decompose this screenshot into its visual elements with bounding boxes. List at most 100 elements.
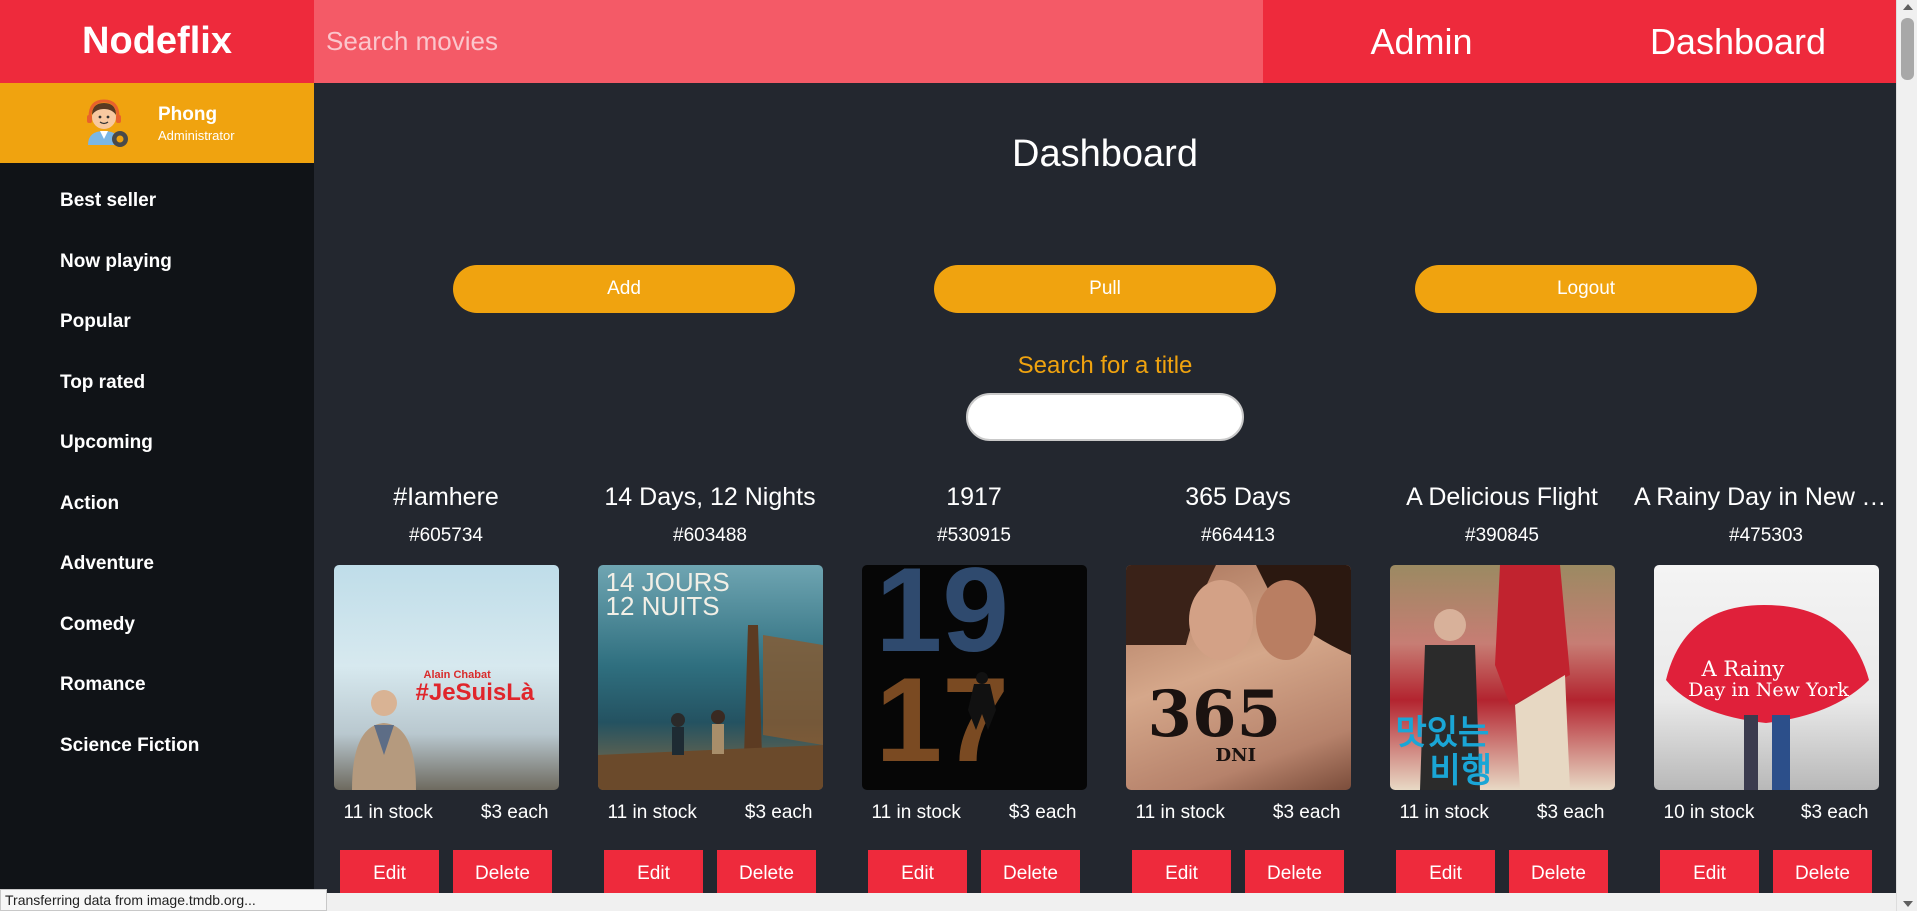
sidebar-item-top-rated[interactable]: Top rated <box>0 353 314 414</box>
stock-count: 11 in stock <box>1399 802 1489 823</box>
movie-card: A Delicious Flight #390845 맛있는 비행 11 in … <box>1370 479 1634 898</box>
sidebar-menu: Best seller Now playing Popular Top rate… <box>0 163 314 776</box>
sidebar-item-comedy[interactable]: Comedy <box>0 595 314 656</box>
delete-button[interactable]: Delete <box>1509 850 1608 898</box>
movie-title: A Rainy Day in New York <box>1634 483 1898 511</box>
poster-boat <box>597 625 823 790</box>
page-title: Dashboard <box>1012 133 1198 175</box>
top-nav-links: Admin Dashboard <box>1263 0 1896 83</box>
poster-subtitle: Day in New York <box>1688 679 1849 701</box>
card-actions: Edit Delete <box>1396 850 1608 898</box>
delete-button[interactable]: Delete <box>1245 850 1344 898</box>
movie-poster[interactable]: Alain Chabat #JeSuisLà <box>333 565 559 790</box>
card-actions: Edit Delete <box>868 850 1080 898</box>
movie-id: #605734 <box>409 525 483 546</box>
admin-avatar-icon <box>74 93 134 153</box>
profile-role: Administrator <box>158 127 235 143</box>
nav-admin-link[interactable]: Admin <box>1263 21 1580 63</box>
sidebar-item-science-fiction[interactable]: Science Fiction <box>0 716 314 777</box>
movie-title: #Iamhere <box>393 483 499 511</box>
scroll-thumb[interactable] <box>1901 18 1914 80</box>
price: $3 each <box>1008 802 1077 823</box>
stock-row: 11 in stock $3 each <box>862 802 1087 824</box>
edit-button[interactable]: Edit <box>1132 850 1231 898</box>
poster-title: 19 <box>875 565 1009 677</box>
nav-dashboard-link[interactable]: Dashboard <box>1580 21 1896 63</box>
movie-title: 1917 <box>946 483 1002 511</box>
poster-figures <box>1419 565 1570 790</box>
poster-subtitle: 비행 <box>1429 751 1493 790</box>
movie-card: 1917 #530915 19 17 11 in stock $3 each E… <box>842 479 1106 898</box>
movie-poster[interactable]: 맛있는 비행 <box>1389 565 1615 790</box>
search-title-input[interactable] <box>966 393 1244 441</box>
stock-count: 10 in stock <box>1663 802 1755 823</box>
poster-figure <box>351 690 416 790</box>
sidebar: Phong Administrator Best seller Now play… <box>0 83 314 911</box>
profile-card[interactable]: Phong Administrator <box>0 83 314 163</box>
sidebar-item-action[interactable]: Action <box>0 474 314 535</box>
sidebar-item-now-playing[interactable]: Now playing <box>0 232 314 293</box>
delete-button[interactable]: Delete <box>717 850 816 898</box>
stock-row: 10 in stock $3 each <box>1654 802 1879 824</box>
edit-button[interactable]: Edit <box>340 850 439 898</box>
poster-soldier <box>967 672 996 730</box>
profile-name: Phong <box>158 103 218 125</box>
price: $3 each <box>480 802 549 823</box>
scroll-down-arrow-icon[interactable] <box>1903 901 1913 907</box>
movie-id: #390845 <box>1465 525 1539 546</box>
search-movies-input[interactable] <box>326 26 1263 57</box>
top-navbar: Nodeflix Admin Dashboard <box>0 0 1896 83</box>
movie-title: 14 Days, 12 Nights <box>604 483 816 511</box>
movie-id: #603488 <box>673 525 747 546</box>
movie-poster[interactable]: 14 JOURS 12 NUITS <box>597 565 823 790</box>
movie-title: 365 Days <box>1185 483 1291 511</box>
sidebar-item-best-seller[interactable]: Best seller <box>0 171 314 232</box>
poster-subtitle: DNI <box>1215 745 1256 766</box>
movie-poster[interactable]: 365 DNI <box>1125 565 1351 790</box>
poster-title: A Rainy <box>1701 657 1785 681</box>
stock-count: 11 in stock <box>871 802 961 823</box>
stock-row: 11 in stock $3 each <box>1126 802 1351 824</box>
sidebar-item-popular[interactable]: Popular <box>0 292 314 353</box>
stock-count: 11 in stock <box>343 802 433 823</box>
movie-poster[interactable]: A Rainy Day in New York <box>1653 565 1879 790</box>
edit-button[interactable]: Edit <box>604 850 703 898</box>
stock-count: 11 in stock <box>1135 802 1225 823</box>
edit-button[interactable]: Edit <box>1660 850 1759 898</box>
edit-button[interactable]: Edit <box>868 850 967 898</box>
movie-id: #530915 <box>937 525 1011 546</box>
delete-button[interactable]: Delete <box>981 850 1080 898</box>
movie-poster[interactable]: 19 17 <box>861 565 1087 790</box>
movie-title: A Delicious Flight <box>1406 483 1598 511</box>
brand-logo[interactable]: Nodeflix <box>0 0 314 83</box>
edit-button[interactable]: Edit <box>1396 850 1495 898</box>
card-actions: Edit Delete <box>1132 850 1344 898</box>
main-content: Dashboard Add Pull Logout Search for a t… <box>314 83 1898 911</box>
stock-row: 11 in stock $3 each <box>334 802 559 824</box>
horizontal-scrollbar[interactable] <box>327 893 1896 911</box>
search-movies-bar <box>314 0 1263 83</box>
stock-row: 11 in stock $3 each <box>598 802 823 824</box>
delete-button[interactable]: Delete <box>453 850 552 898</box>
sidebar-item-romance[interactable]: Romance <box>0 655 314 716</box>
poster-title: 365 <box>1147 677 1282 752</box>
movie-id: #475303 <box>1729 525 1803 546</box>
add-button[interactable]: Add <box>453 265 795 313</box>
profile-text: Phong Administrator <box>158 104 235 143</box>
movie-card: A Rainy Day in New York #475303 A Rainy … <box>1634 479 1898 898</box>
pull-button[interactable]: Pull <box>934 265 1276 313</box>
sidebar-item-adventure[interactable]: Adventure <box>0 534 314 595</box>
price: $3 each <box>1536 802 1605 823</box>
vertical-scrollbar[interactable] <box>1896 0 1917 911</box>
logout-button[interactable]: Logout <box>1415 265 1757 313</box>
card-actions: Edit Delete <box>604 850 816 898</box>
card-actions: Edit Delete <box>1660 850 1872 898</box>
price: $3 each <box>744 802 813 823</box>
search-title-label: Search for a title <box>1017 352 1193 379</box>
price: $3 each <box>1272 802 1341 823</box>
delete-button[interactable]: Delete <box>1773 850 1872 898</box>
stock-row: 11 in stock $3 each <box>1390 802 1615 824</box>
movie-card: 14 Days, 12 Nights #603488 14 JOURS 12 N… <box>578 479 842 898</box>
sidebar-item-upcoming[interactable]: Upcoming <box>0 413 314 474</box>
scroll-up-arrow-icon[interactable] <box>1903 4 1913 10</box>
